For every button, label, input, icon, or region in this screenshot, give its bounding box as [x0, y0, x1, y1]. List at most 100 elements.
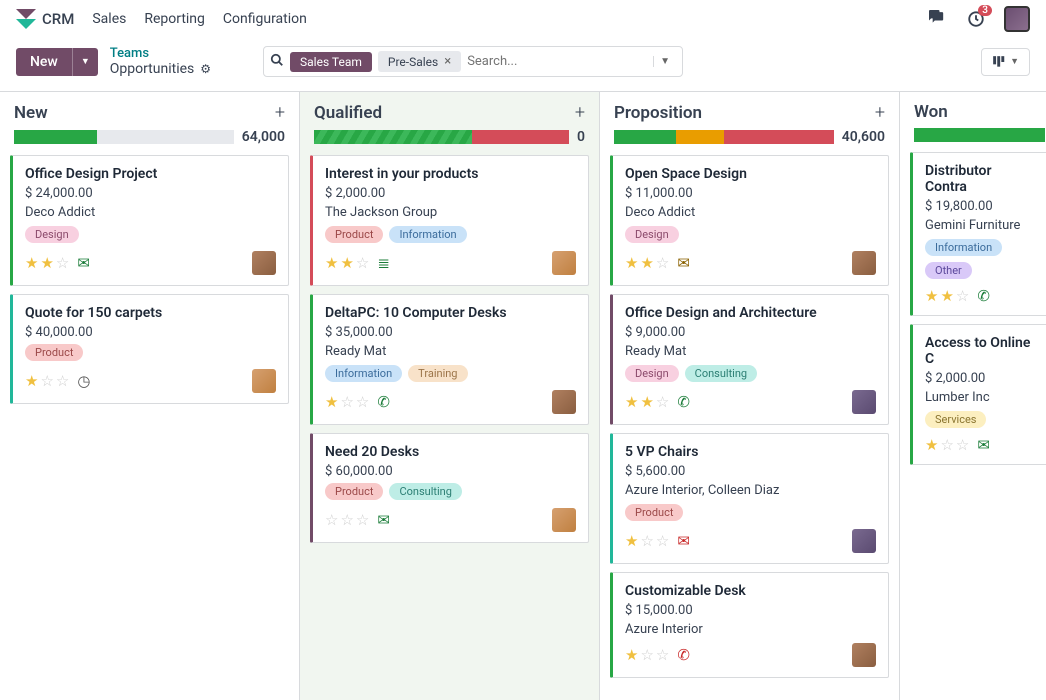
assignee-avatar[interactable]: [252, 369, 276, 393]
tag-product[interactable]: Product: [325, 483, 383, 500]
tag-information[interactable]: Information: [325, 365, 402, 382]
column-title[interactable]: New: [14, 103, 48, 123]
clock-icon[interactable]: ◷: [77, 372, 90, 390]
kanban-card[interactable]: Interest in your products $ 2,000.00 The…: [310, 155, 589, 286]
phone-icon[interactable]: ✆: [677, 393, 690, 411]
tag-consulting[interactable]: Consulting: [685, 365, 757, 382]
kanban-card[interactable]: Customizable Desk $ 15,000.00 Azure Inte…: [610, 572, 889, 678]
kanban-card[interactable]: 5 VP Chairs $ 5,600.00 Azure Interior, C…: [610, 433, 889, 564]
card-title: Open Space Design: [625, 166, 876, 182]
column-sum: 40,600: [842, 129, 885, 145]
column-won: Won Distributor Contra $ 19,800.00 Gemin…: [900, 92, 1046, 700]
chip-label: Pre-Sales: [388, 55, 438, 69]
priority-stars[interactable]: ★★☆✆: [925, 287, 990, 305]
tag-design[interactable]: Design: [25, 226, 79, 243]
tag-other[interactable]: Other: [925, 262, 972, 279]
kanban-card[interactable]: Need 20 Desks $ 60,000.00 ProductConsult…: [310, 433, 589, 543]
column-progress-bar[interactable]: [614, 130, 834, 144]
bars-icon[interactable]: ≣: [377, 254, 390, 272]
kanban-card[interactable]: Distributor Contra $ 19,800.00 Gemini Fu…: [910, 152, 1046, 316]
kanban-card[interactable]: DeltaPC: 10 Computer Desks $ 35,000.00 R…: [310, 294, 589, 425]
assignee-avatar[interactable]: [552, 508, 576, 532]
assignee-avatar[interactable]: [852, 529, 876, 553]
column-progress-bar[interactable]: [14, 130, 234, 144]
mail-icon[interactable]: ✉: [77, 254, 90, 272]
filter-chip-sales-team[interactable]: Sales Team: [290, 52, 372, 72]
priority-stars[interactable]: ★☆☆◷: [25, 372, 90, 390]
tag-design[interactable]: Design: [625, 365, 679, 382]
column-progress-bar[interactable]: [314, 130, 569, 144]
user-avatar[interactable]: [1004, 6, 1030, 32]
mail-icon[interactable]: ✉: [677, 532, 690, 550]
activity-icon[interactable]: 3: [966, 9, 986, 29]
card-customer: Ready Mat: [625, 344, 876, 359]
column-title[interactable]: Proposition: [614, 103, 702, 123]
tag-information[interactable]: Information: [389, 226, 466, 243]
app-name: CRM: [42, 10, 74, 28]
filter-chip-pre-sales[interactable]: Pre-Sales ×: [378, 51, 461, 72]
tag-services[interactable]: Services: [925, 411, 986, 428]
mail-icon[interactable]: ✉: [977, 436, 990, 454]
priority-stars[interactable]: ★☆☆✉: [625, 532, 690, 550]
breadcrumb-teams[interactable]: Teams: [110, 46, 211, 61]
new-button[interactable]: New: [16, 48, 72, 76]
priority-stars[interactable]: ★★☆✉: [25, 254, 90, 272]
phone-icon[interactable]: ✆: [377, 393, 390, 411]
kanban-card[interactable]: Open Space Design $ 11,000.00 Deco Addic…: [610, 155, 889, 286]
search-input[interactable]: [467, 54, 643, 69]
tag-product[interactable]: Product: [625, 504, 683, 521]
priority-stars[interactable]: ★★☆✆: [625, 393, 690, 411]
chip-remove-icon[interactable]: ×: [444, 54, 451, 69]
column-add-icon[interactable]: +: [575, 102, 585, 123]
nav-reporting[interactable]: Reporting: [144, 11, 205, 27]
gear-icon[interactable]: ⚙: [200, 62, 211, 76]
priority-stars[interactable]: ★★☆✉: [625, 254, 690, 272]
card-title: Access to Online C: [925, 335, 1036, 367]
search-box[interactable]: Sales Team Pre-Sales × ▼: [263, 46, 683, 77]
new-button-group: New ▼: [16, 48, 98, 76]
column-add-icon[interactable]: +: [875, 102, 885, 123]
nav-configuration[interactable]: Configuration: [223, 11, 307, 27]
column-title[interactable]: Qualified: [314, 103, 382, 123]
tag-consulting[interactable]: Consulting: [389, 483, 461, 500]
priority-stars[interactable]: ★☆☆✆: [625, 646, 690, 664]
messages-icon[interactable]: [928, 9, 948, 29]
kanban-card[interactable]: Office Design and Architecture $ 9,000.0…: [610, 294, 889, 425]
phone-icon[interactable]: ✆: [977, 287, 990, 305]
assignee-avatar[interactable]: [252, 251, 276, 275]
tag-product[interactable]: Product: [25, 344, 83, 361]
tag-product[interactable]: Product: [325, 226, 383, 243]
column-progress-bar[interactable]: [914, 128, 1045, 142]
mail-icon[interactable]: ✉: [377, 511, 390, 529]
card-amount: $ 35,000.00: [325, 325, 576, 340]
app-logo[interactable]: CRM: [16, 9, 74, 29]
card-title: Office Design Project: [25, 166, 276, 182]
priority-stars[interactable]: ★☆☆✆: [325, 393, 390, 411]
assignee-avatar[interactable]: [552, 390, 576, 414]
assignee-avatar[interactable]: [852, 390, 876, 414]
new-button-dropdown[interactable]: ▼: [72, 48, 98, 76]
phone-icon[interactable]: ✆: [677, 646, 690, 664]
column-qualified: Qualified + 0 Interest in your products …: [300, 92, 600, 700]
assignee-avatar[interactable]: [552, 251, 576, 275]
card-customer: Ready Mat: [325, 344, 576, 359]
nav-sales[interactable]: Sales: [92, 11, 126, 27]
tag-training[interactable]: Training: [408, 365, 467, 382]
search-dropdown-icon[interactable]: ▼: [653, 56, 676, 67]
priority-stars[interactable]: ★☆☆✉: [925, 436, 990, 454]
column-title[interactable]: Won: [914, 102, 948, 122]
notification-badge: 3: [978, 5, 992, 16]
priority-stars[interactable]: ★★☆≣: [325, 254, 390, 272]
assignee-avatar[interactable]: [852, 251, 876, 275]
priority-stars[interactable]: ☆☆☆✉: [325, 511, 390, 529]
tag-design[interactable]: Design: [625, 226, 679, 243]
search-icon: [270, 53, 284, 71]
tag-information[interactable]: Information: [925, 239, 1002, 256]
column-add-icon[interactable]: +: [275, 102, 285, 123]
kanban-card[interactable]: Access to Online C $ 2,000.00 Lumber Inc…: [910, 324, 1046, 465]
kanban-card[interactable]: Office Design Project $ 24,000.00 Deco A…: [10, 155, 289, 286]
mail-icon[interactable]: ✉: [677, 254, 690, 272]
kanban-card[interactable]: Quote for 150 carpets $ 40,000.00 Produc…: [10, 294, 289, 404]
view-switcher[interactable]: ▼: [981, 48, 1030, 76]
assignee-avatar[interactable]: [852, 643, 876, 667]
